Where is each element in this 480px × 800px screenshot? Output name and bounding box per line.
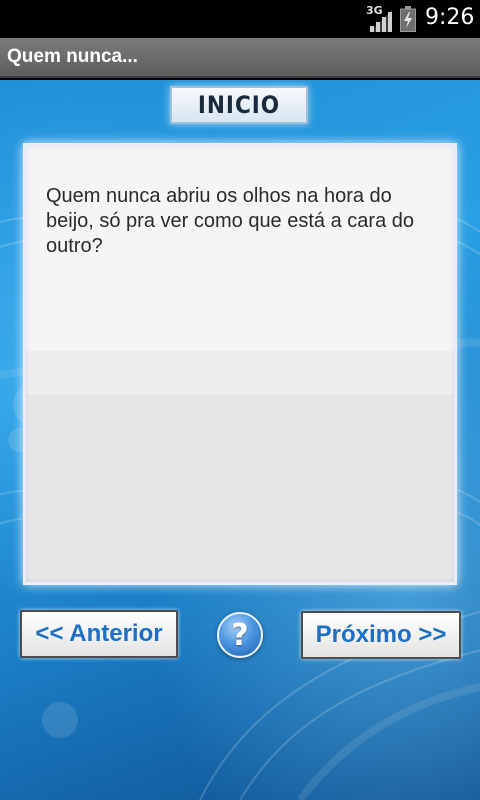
question-card: Quem nunca abriu os olhos na hora do bei… [23,143,457,585]
status-bar: 3G 9:26 [0,0,480,38]
previous-button[interactable]: << Anterior [20,610,178,658]
action-bar: Quem nunca... [0,38,480,78]
inicio-button[interactable]: INICIO [170,86,308,124]
help-question-icon[interactable]: ? [217,612,263,658]
question-text: Quem nunca abriu os olhos na hora do bei… [46,185,414,257]
clock: 9:26 [425,5,475,30]
app-title: Quem nunca... [7,46,138,67]
signal-icon [370,10,392,32]
main-content: INICIO Quem nunca abriu os olhos na hora… [0,80,480,800]
battery-charging-icon [400,6,416,32]
next-button[interactable]: Próximo >> [301,611,461,659]
